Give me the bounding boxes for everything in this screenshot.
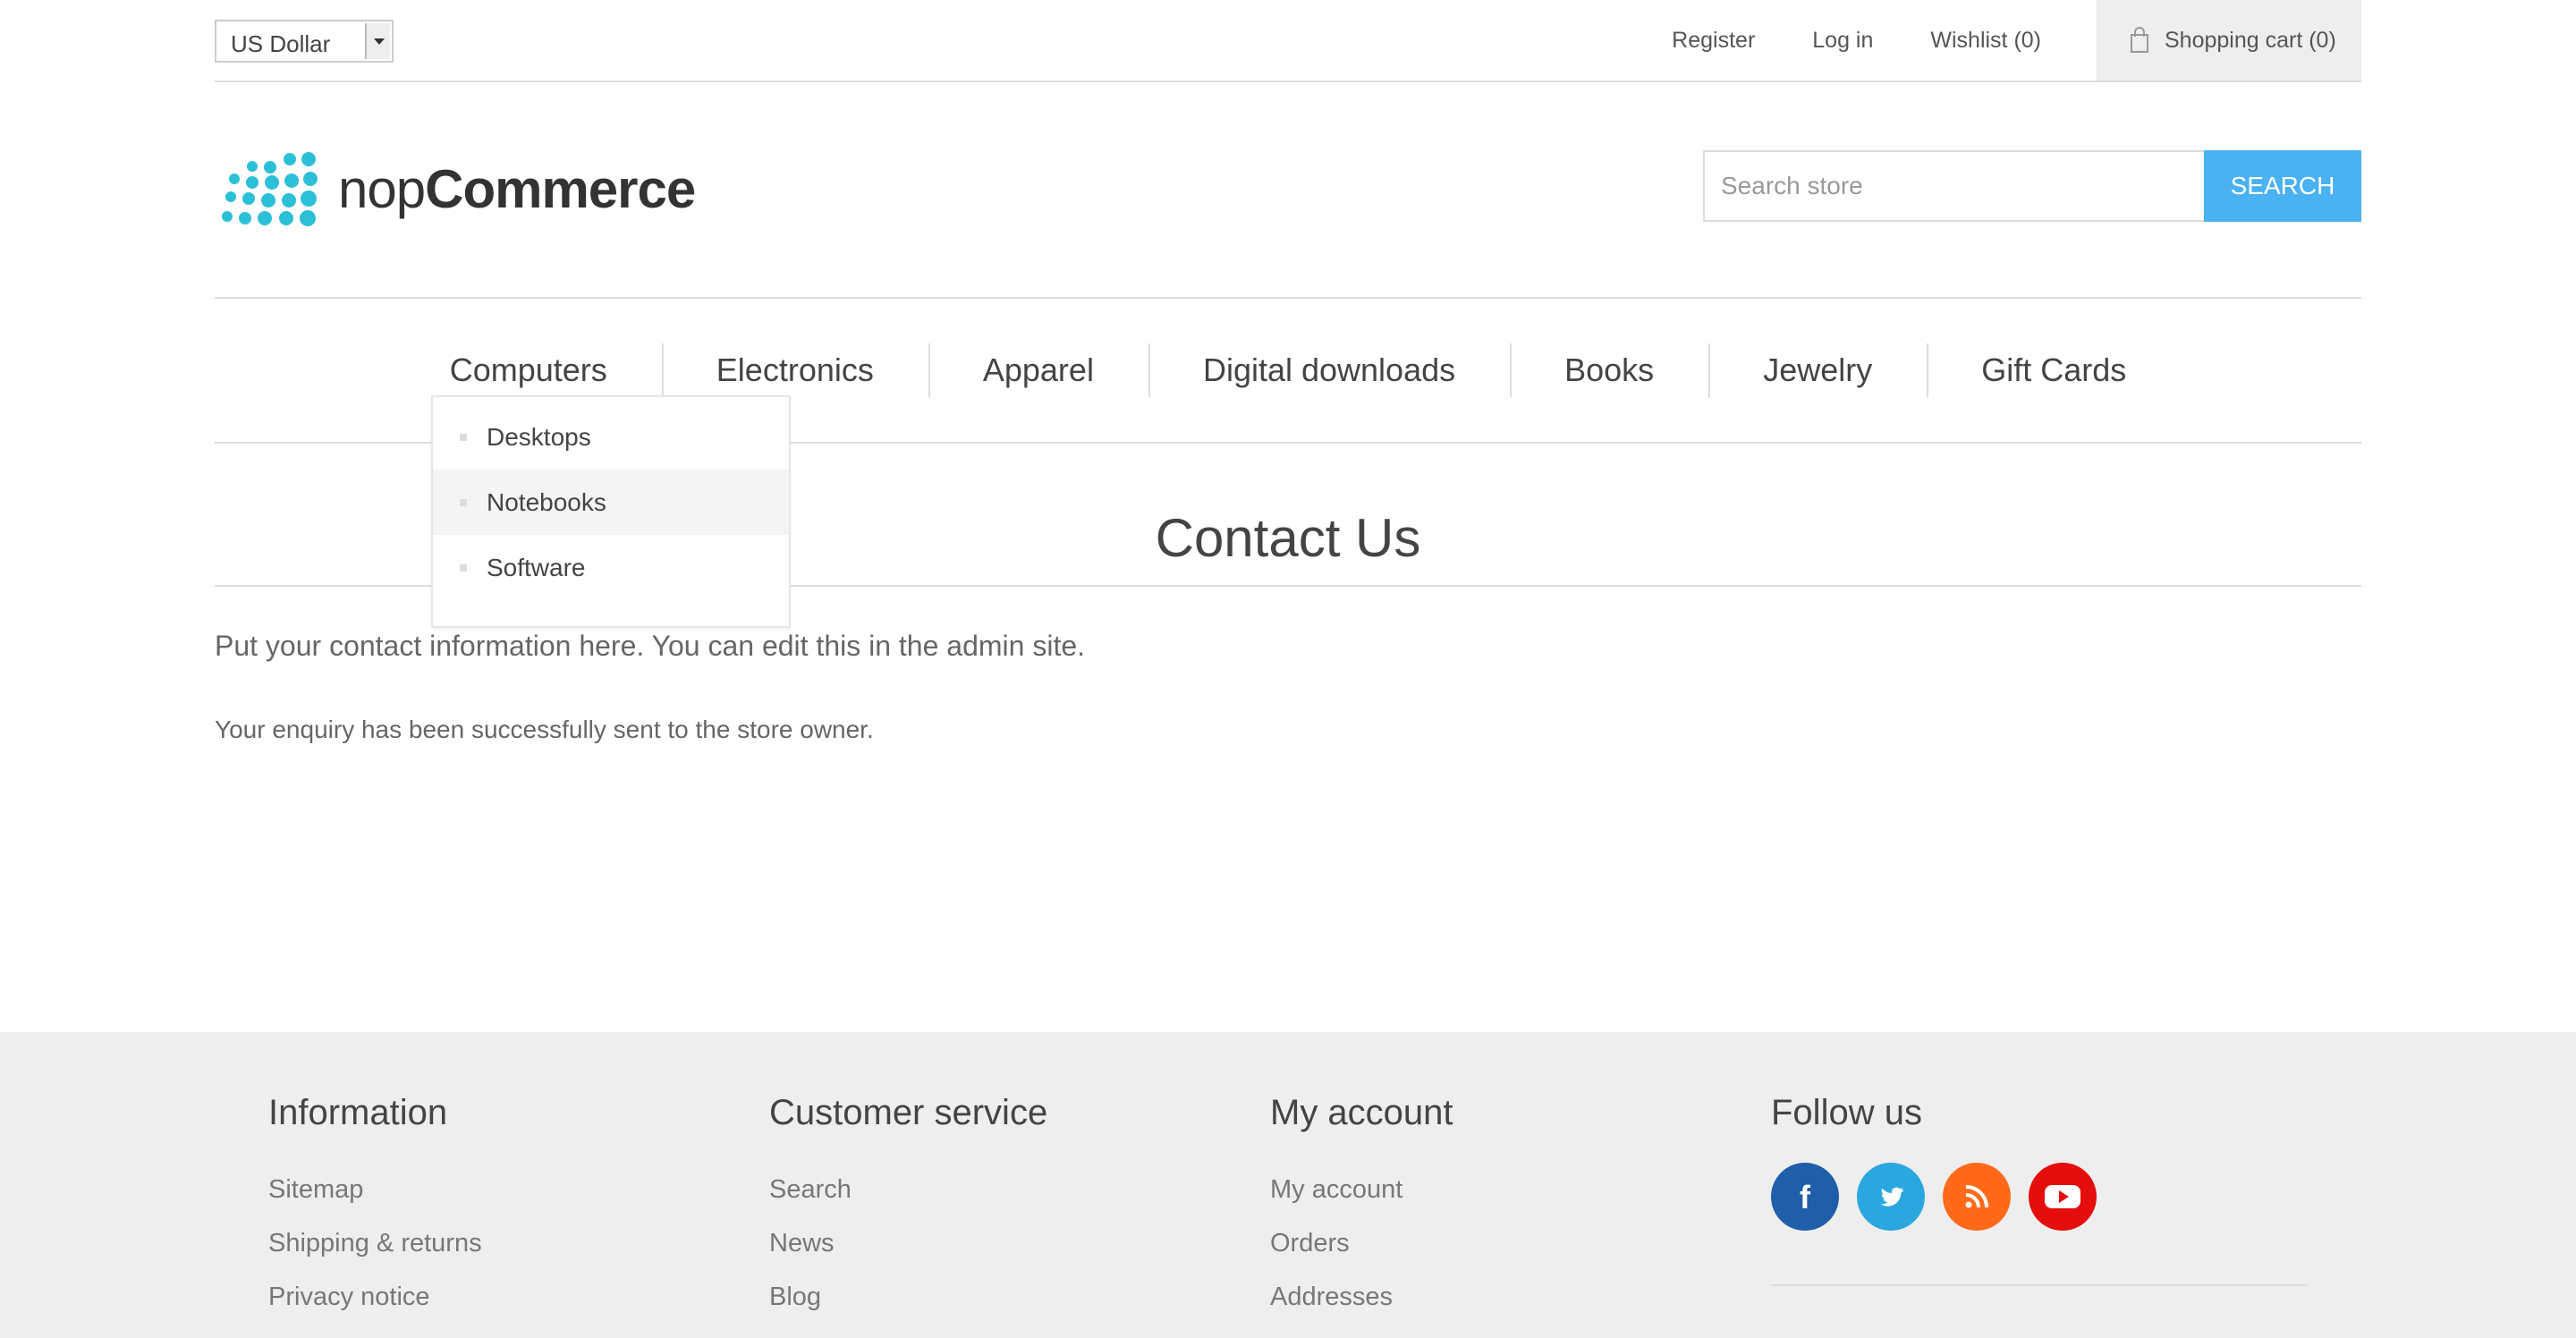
computers-submenu: Desktops Notebooks Software <box>431 395 791 628</box>
social-links: f <box>1771 1163 2308 1231</box>
footer-information-title: Information <box>268 1093 448 1132</box>
bullet-icon <box>460 563 467 572</box>
menu-item-electronics[interactable]: Electronics <box>661 343 928 397</box>
page: US Dollar Register Log in Wishlist (0) S… <box>0 0 2576 1338</box>
svg-text:f: f <box>1800 1179 1811 1215</box>
currency-value: US Dollar <box>231 30 331 57</box>
submenu-item-software[interactable]: Software <box>433 535 789 600</box>
footer-link-my-account[interactable]: My account <box>1270 1163 1453 1216</box>
footer: Information Sitemap Shipping & returns P… <box>0 1032 2576 1338</box>
login-link[interactable]: Log in <box>1812 28 1873 54</box>
menu-item-apparel[interactable]: Apparel <box>928 343 1148 397</box>
dropdown-arrow-icon <box>365 23 390 59</box>
footer-link-sitemap[interactable]: Sitemap <box>268 1163 482 1216</box>
shopping-cart-label: Shopping cart (0) <box>2165 27 2336 53</box>
youtube-icon[interactable] <box>2029 1163 2097 1231</box>
footer-link-blog[interactable]: Blog <box>769 1270 1047 1324</box>
footer-my-account: My account My account Orders Addresses <box>1270 1093 1453 1324</box>
footer-link-privacy-notice[interactable]: Privacy notice <box>268 1270 482 1324</box>
footer-information: Information Sitemap Shipping & returns P… <box>268 1093 482 1324</box>
footer-link-search[interactable]: Search <box>769 1163 1047 1216</box>
search-button[interactable]: SEARCH <box>2204 150 2361 222</box>
footer-link-shipping-returns[interactable]: Shipping & returns <box>268 1216 482 1270</box>
submenu-label: Desktops <box>487 422 591 451</box>
result-message: Your enquiry has been successfully sent … <box>215 716 874 743</box>
bullet-icon <box>460 433 467 441</box>
footer-customer-service-title: Customer service <box>769 1093 1048 1132</box>
footer-customer-service: Customer service Search News Blog <box>769 1093 1047 1324</box>
footer-follow-us-title: Follow us <box>1771 1093 1922 1132</box>
logo-prefix: nop <box>338 159 426 219</box>
header-links: Register Log in Wishlist (0) Shopping ca… <box>1672 0 2361 80</box>
menu-item-books[interactable]: Books <box>1510 343 1708 397</box>
footer-link-news[interactable]: News <box>769 1216 1047 1270</box>
menu-item-jewelry[interactable]: Jewelry <box>1708 343 1927 397</box>
footer-my-account-title: My account <box>1270 1093 1453 1132</box>
shopping-cart-link[interactable]: Shopping cart (0) <box>2097 0 2361 80</box>
search-box: SEARCH <box>1703 150 2361 222</box>
rss-icon[interactable] <box>1943 1163 2011 1231</box>
logo-suffix: Commerce <box>425 159 696 219</box>
header-upper: US Dollar Register Log in Wishlist (0) S… <box>215 0 2361 82</box>
footer-divider <box>1771 1284 2308 1286</box>
wishlist-link[interactable]: Wishlist (0) <box>1930 28 2041 54</box>
logo-dots-icon <box>222 152 318 226</box>
submenu-label: Notebooks <box>487 487 606 516</box>
currency-selector[interactable]: US Dollar <box>215 20 394 63</box>
submenu-item-desktops[interactable]: Desktops <box>433 404 789 470</box>
menu-item-gift-cards[interactable]: Gift Cards <box>1927 343 2181 397</box>
bullet-icon <box>460 498 467 506</box>
menu-item-computers[interactable]: Computers <box>395 343 662 397</box>
footer-follow-us: Follow us f <box>1771 1093 2308 1286</box>
twitter-icon[interactable] <box>1857 1163 1925 1231</box>
shopping-bag-icon <box>2131 27 2148 53</box>
register-link[interactable]: Register <box>1672 28 1755 54</box>
menu-list: Computers Electronics Apparel Digital do… <box>215 343 2361 397</box>
submenu-label: Software <box>487 553 586 581</box>
logo-text: nopCommerce <box>338 163 696 216</box>
footer-link-orders[interactable]: Orders <box>1270 1216 1453 1270</box>
submenu-item-notebooks[interactable]: Notebooks <box>433 470 789 535</box>
footer-link-addresses[interactable]: Addresses <box>1270 1270 1453 1324</box>
menu-item-digital-downloads[interactable]: Digital downloads <box>1148 343 1510 397</box>
topic-body: Put your contact information here. You c… <box>215 630 1086 662</box>
search-input[interactable] <box>1703 150 2204 222</box>
facebook-icon[interactable]: f <box>1771 1163 1839 1231</box>
store-logo[interactable]: nopCommerce <box>218 152 696 227</box>
